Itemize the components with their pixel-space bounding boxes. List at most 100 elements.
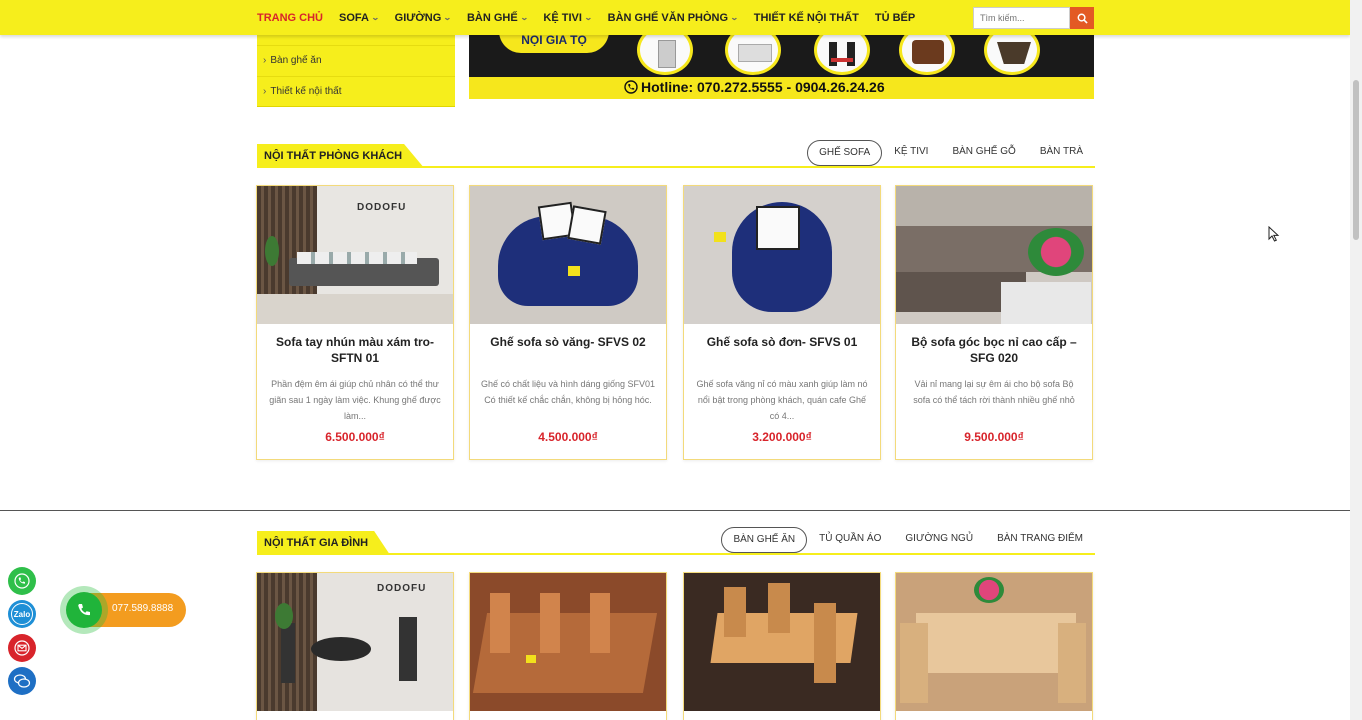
zalo-icon: Zalo bbox=[11, 603, 33, 625]
hotline-number: 077.589.8888 bbox=[112, 603, 174, 614]
nav-giuong-label: GIƯỜNG bbox=[394, 11, 442, 24]
mouse-cursor-icon bbox=[1268, 226, 1280, 242]
chevron-down-icon: ⌄ bbox=[370, 13, 380, 22]
phone-icon bbox=[624, 80, 638, 94]
tab-ghe-sofa[interactable]: GHẾ SOFA bbox=[807, 140, 883, 166]
chat-icon bbox=[13, 674, 31, 688]
product-description: Phần đệm êm ái giúp chủ nhân có thể thư … bbox=[269, 379, 441, 421]
sidebar-item-ban-ghe-an[interactable]: › Bàn ghế ăn bbox=[257, 45, 455, 75]
call-button[interactable] bbox=[8, 567, 36, 595]
product-card[interactable]: Ghế sofa sò đơn- SFVS 01 Ghế sofa văng n… bbox=[683, 185, 881, 460]
product-description: Vải nỉ mang lại sự êm ái cho bộ sofa Bộ … bbox=[913, 379, 1075, 405]
product-card[interactable]: Ghế sofa sò văng- SFVS 02 Ghế có chất li… bbox=[469, 185, 667, 460]
category-sidebar: › Bàn ghế ăn › Thiết kế nội thất bbox=[257, 35, 455, 107]
banner-hotline-text: Hotline: 070.272.5555 - 0904.26.24.26 bbox=[641, 79, 885, 95]
chevron-down-icon: ⌄ bbox=[730, 13, 739, 22]
section-living-room-tabs: GHẾ SOFA KỆ TIVI BÀN GHẾ GỖ BÀN TRÀ bbox=[807, 140, 1095, 166]
tab-ban-tra[interactable]: BÀN TRÀ bbox=[1028, 140, 1095, 166]
chevron-right-icon: › bbox=[263, 86, 267, 97]
phone-icon bbox=[14, 573, 30, 589]
nav-home[interactable]: TRANG CHỦ bbox=[257, 12, 323, 24]
top-navbar: TRANG CHỦ SOFA ⌄ GIƯỜNG ⌄ BÀN GHẾ ⌄ KỆ TIVI… bbox=[0, 0, 1350, 35]
section-family-tabs: BÀN GHẾ ĂN TỦ QUẦN ÁO GIƯỜNG NGỦ BÀN TRA… bbox=[721, 527, 1095, 553]
section-family-title: NỘI THẤT GIA ĐÌNH bbox=[257, 531, 391, 555]
email-button[interactable] bbox=[8, 634, 36, 662]
banner-product-circle bbox=[637, 35, 693, 75]
product-card[interactable] bbox=[895, 572, 1093, 720]
hotline-call-button[interactable] bbox=[66, 592, 102, 628]
sidebar-item-label: Bàn ghế ăn bbox=[270, 55, 322, 66]
product-name[interactable]: Sofa tay nhún màu xám tro- SFTN 01 bbox=[269, 334, 441, 366]
chevron-right-icon: › bbox=[263, 55, 267, 66]
search-box bbox=[973, 7, 1094, 29]
product-price: 3.200.000₫ bbox=[752, 430, 812, 444]
banner-slogan: NỘI GIA TỘ bbox=[499, 35, 609, 53]
mail-icon bbox=[14, 640, 30, 656]
product-card[interactable] bbox=[683, 572, 881, 720]
page-scrollbar[interactable] bbox=[1350, 0, 1362, 720]
product-card[interactable]: Bộ sofa góc bọc nỉ cao cấp – SFG 020 Vải… bbox=[895, 185, 1093, 460]
product-image[interactable] bbox=[684, 186, 880, 324]
banner-product-circle bbox=[899, 35, 955, 75]
section-living-room-header: NỘI THẤT PHÒNG KHÁCH GHẾ SOFA KỆ TIVI BÀ… bbox=[257, 140, 1095, 168]
chat-button[interactable] bbox=[8, 667, 36, 695]
product-name[interactable]: Ghế sofa sò văng- SFVS 02 bbox=[482, 334, 654, 350]
search-input[interactable] bbox=[973, 7, 1070, 29]
nav-ban-ghe-label: BÀN GHẾ bbox=[466, 11, 518, 24]
scrollbar-thumb[interactable] bbox=[1353, 80, 1359, 240]
tab-tu-quan-ao[interactable]: TỦ QUẦN ÁO bbox=[807, 527, 893, 553]
tab-giuong-ngu[interactable]: GIƯỜNG NGỦ bbox=[893, 527, 985, 553]
nav-sofa[interactable]: SOFA ⌄ bbox=[339, 11, 380, 24]
tab-ban-trang-diem[interactable]: BÀN TRANG ĐIỂM bbox=[985, 527, 1095, 553]
nav-ban-ghe[interactable]: BÀN GHẾ ⌄ bbox=[466, 11, 529, 24]
chevron-down-icon: ⌄ bbox=[443, 13, 452, 22]
product-card[interactable]: DODOFU Sofa tay nhún màu xám tro- SFTN 0… bbox=[256, 185, 454, 460]
sidebar-item-thiet-ke[interactable]: › Thiết kế nội thất bbox=[257, 76, 455, 106]
nav-ke-tivi[interactable]: KỆ TIVI ⌄ bbox=[543, 11, 593, 24]
product-image[interactable] bbox=[896, 573, 1092, 711]
banner-hotline: Hotline: 070.272.5555 - 0904.26.24.26 bbox=[624, 79, 885, 95]
product-description: Ghế sofa văng nỉ có màu xanh giúp làm nó… bbox=[696, 379, 868, 421]
product-name[interactable]: Ghế sofa sò đơn- SFVS 01 bbox=[696, 334, 868, 350]
nav-tu-bep-label: TỦ BẾP bbox=[874, 11, 916, 24]
section-living-room-title: NỘI THẤT PHÒNG KHÁCH bbox=[257, 144, 425, 168]
search-button[interactable] bbox=[1070, 7, 1094, 29]
product-card[interactable] bbox=[469, 572, 667, 720]
product-description: Ghế có chất liệu và hình dáng giống SFV0… bbox=[480, 379, 656, 405]
dodofu-logo: DODOFU bbox=[377, 583, 427, 594]
nav-thiet-ke-noi-that[interactable]: THIẾT KẾ NỘI THẤT bbox=[754, 12, 859, 24]
promo-banner[interactable]: NỘI GIA TỘ Hotline: 070.272.5555 - 0904.… bbox=[469, 35, 1094, 99]
nav-ban-ghe-van-phong-label: BÀN GHẾ VĂN PHÒNG bbox=[607, 11, 729, 24]
sidebar-item-label: Thiết kế nội thất bbox=[270, 86, 342, 97]
search-icon bbox=[1077, 13, 1088, 24]
dodofu-logo: DODOFU bbox=[357, 202, 407, 213]
product-price: 6.500.000₫ bbox=[325, 430, 385, 444]
product-price: 9.500.000₫ bbox=[964, 430, 1024, 444]
product-image[interactable]: DODOFU bbox=[257, 573, 453, 711]
product-image[interactable] bbox=[470, 186, 666, 324]
banner-product-circle bbox=[814, 35, 870, 75]
nav-sofa-label: SOFA bbox=[339, 11, 369, 24]
nav-ke-tivi-label: KỆ TIVI bbox=[543, 11, 582, 24]
nav-giuong[interactable]: GIƯỜNG ⌄ bbox=[394, 11, 452, 24]
phone-icon bbox=[78, 604, 90, 616]
zalo-button[interactable]: Zalo bbox=[8, 600, 36, 628]
product-image[interactable] bbox=[470, 573, 666, 711]
tab-ke-tivi[interactable]: KỆ TIVI bbox=[882, 140, 940, 166]
tab-ban-ghe-an[interactable]: BÀN GHẾ ĂN bbox=[721, 527, 808, 553]
nav-ban-ghe-van-phong[interactable]: BÀN GHẾ VĂN PHÒNG ⌄ bbox=[607, 11, 739, 24]
product-price: 4.500.000₫ bbox=[538, 430, 598, 444]
product-image[interactable]: DODOFU bbox=[257, 186, 453, 324]
product-image[interactable] bbox=[684, 573, 880, 711]
product-image[interactable] bbox=[896, 186, 1092, 324]
nav-tu-bep[interactable]: TỦ BẾP bbox=[875, 12, 915, 24]
chevron-down-icon: ⌄ bbox=[519, 13, 529, 22]
section-divider bbox=[0, 510, 1350, 511]
nav-home-label: TRANG CHỦ bbox=[257, 11, 323, 24]
main-nav: TRANG CHỦ SOFA ⌄ GIƯỜNG ⌄ BÀN GHẾ ⌄ KỆ TIVI… bbox=[257, 0, 931, 35]
product-name[interactable]: Bộ sofa góc bọc nỉ cao cấp – SFG 020 bbox=[908, 334, 1080, 366]
tab-ban-ghe-go[interactable]: BÀN GHẾ GỖ bbox=[940, 140, 1027, 166]
banner-product-circle bbox=[984, 35, 1040, 75]
chevron-down-icon: ⌄ bbox=[583, 13, 593, 22]
product-card[interactable]: DODOFU bbox=[256, 572, 454, 720]
